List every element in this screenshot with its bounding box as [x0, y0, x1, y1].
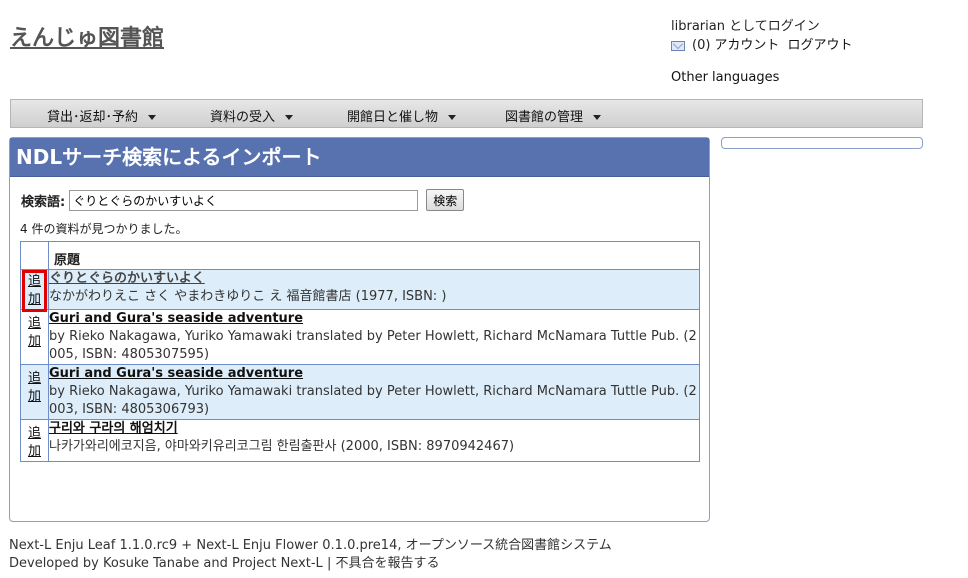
table-row: 追加 Guri and Gura's seaside adventure by …	[20, 309, 700, 365]
main-nav: 貸出･返却･予約 資料の受入 開館日と催し物 図書館の管理	[10, 99, 923, 128]
enju-flower-link[interactable]: Next-L Enju Flower 0.1.0.pre14	[196, 538, 397, 553]
account-row: (0) アカウント ログアウト	[671, 36, 856, 55]
record-info: Guri and Gura's seaside adventure by Rie…	[48, 309, 700, 365]
record-title-link[interactable]: Guri and Gura's seaside adventure	[49, 366, 303, 381]
add-button[interactable]: 追加	[28, 425, 41, 461]
add-label-part: 追	[27, 316, 41, 331]
search-label: 検索語:	[21, 194, 66, 210]
results-table: 原題 追加 ぐりとぐらのかいすいよく なかがわりえこ さく やまわきゆりこ え …	[20, 241, 700, 462]
footer-plus: +	[177, 538, 197, 553]
caret-down-icon	[285, 115, 294, 120]
add-label-part: 加	[27, 334, 41, 349]
nav-menu-acquisition[interactable]: 資料の受入	[210, 106, 294, 125]
main-panel: NDLサーチ検索によるインポート 検索語: 検索 4 件の資料が見つかりました。…	[9, 137, 710, 522]
nav-label: 資料の受入	[210, 110, 276, 125]
nav-label: 開館日と催し物	[347, 110, 439, 125]
page-title: NDLサーチ検索によるインポート	[10, 138, 709, 177]
record-description: 나카가와리에코지음, 야마와키유리코그림 한림출판사 (2000, ISBN: …	[49, 439, 515, 454]
other-languages-link[interactable]: Other languages	[671, 70, 779, 85]
login-status: librarian としてログイン	[671, 19, 820, 34]
search-form: 検索語: 検索	[21, 189, 465, 211]
project-link[interactable]: Project Next-L	[232, 556, 323, 571]
caret-down-icon	[148, 115, 157, 120]
report-bug-link[interactable]: 不具合を報告する	[335, 556, 439, 571]
add-cell: 追加	[20, 419, 49, 462]
add-cell: 追加	[20, 269, 49, 312]
add-label-part: 追	[27, 274, 41, 289]
record-description: なかがわりえこ さく やまわきゆりこ え 福音館書店 (1977, ISBN: …	[49, 289, 447, 304]
add-label-part: 追	[27, 426, 41, 441]
header-add-cell	[20, 241, 49, 270]
result-count: 4 件の資料が見つかりました。	[20, 222, 188, 236]
add-cell: 追加	[20, 364, 49, 420]
caret-down-icon	[448, 115, 457, 120]
record-info: Guri and Gura's seaside adventure by Rie…	[48, 364, 700, 420]
add-button[interactable]: 追加	[28, 370, 41, 406]
record-title-link[interactable]: 구리와 구라의 해엄치기	[49, 421, 178, 436]
record-title-link[interactable]: Guri and Gura's seaside adventure	[49, 311, 303, 326]
record-info: 구리와 구라의 해엄치기 나카가와리에코지음, 야마와키유리코그림 한림출판사 …	[48, 419, 700, 462]
mail-icon[interactable]	[671, 40, 685, 51]
table-row: 追加 구리와 구라의 해엄치기 나카가와리에코지음, 야마와키유리코그림 한림출…	[20, 419, 700, 462]
footer-line-2: Developed by Kosuke Tanabe and Project N…	[9, 555, 612, 573]
nav-menu-events[interactable]: 開館日と催し物	[347, 106, 457, 125]
logout-link[interactable]: ログアウト	[787, 36, 852, 55]
author-link[interactable]: Kosuke Tanabe	[103, 556, 199, 571]
caret-down-icon	[593, 115, 602, 120]
add-label-part: 加	[27, 292, 41, 307]
developed-by-text: Developed by	[9, 556, 103, 571]
nav-menu-admin[interactable]: 図書館の管理	[505, 106, 602, 125]
login-box: librarian としてログイン (0) アカウント ログアウト	[671, 17, 856, 55]
add-cell: 追加	[20, 309, 49, 365]
add-label-part: 加	[27, 389, 41, 404]
column-header-title: 原題	[54, 253, 81, 268]
add-label-part: 加	[27, 444, 41, 459]
table-row: 追加 ぐりとぐらのかいすいよく なかがわりえこ さく やまわきゆりこ え 福音館…	[20, 269, 700, 312]
message-count: (0)	[692, 38, 711, 53]
table-row: 追加 Guri and Gura's seaside adventure by …	[20, 364, 700, 420]
footer-tagline: , オープンソース統合図書館システム	[397, 538, 612, 553]
footer-and: and	[199, 556, 232, 571]
site-title[interactable]: えんじゅ図書館	[10, 20, 164, 52]
footer: Next-L Enju Leaf 1.1.0.rc9 + Next-L Enju…	[9, 537, 612, 573]
record-description: by Rieko Nakagawa, Yuriko Yamawaki trans…	[49, 384, 697, 417]
add-label-part: 追	[27, 371, 41, 386]
nav-label: 貸出･返却･予約	[47, 110, 139, 125]
add-button[interactable]: 追加	[21, 270, 48, 312]
record-title-link[interactable]: ぐりとぐらのかいすいよく	[49, 271, 205, 286]
footer-line-1: Next-L Enju Leaf 1.1.0.rc9 + Next-L Enju…	[9, 537, 612, 555]
enju-leaf-link[interactable]: Next-L Enju Leaf 1.1.0.rc9	[9, 538, 177, 553]
table-header-row: 原題	[20, 241, 700, 270]
account-link[interactable]: アカウント	[714, 36, 779, 55]
footer-separator: |	[322, 556, 336, 571]
record-description: by Rieko Nakagawa, Yuriko Yamawaki trans…	[49, 329, 697, 362]
search-input[interactable]	[69, 189, 419, 211]
search-button[interactable]: 検索	[426, 189, 465, 211]
add-button[interactable]: 追加	[28, 315, 41, 351]
nav-menu-circulation[interactable]: 貸出･返却･予約	[47, 106, 157, 125]
nav-label: 図書館の管理	[505, 110, 584, 125]
record-info: ぐりとぐらのかいすいよく なかがわりえこ さく やまわきゆりこ え 福音館書店 …	[48, 269, 700, 310]
sidebar-panel	[721, 137, 923, 149]
header-title-cell: 原題	[48, 241, 700, 270]
